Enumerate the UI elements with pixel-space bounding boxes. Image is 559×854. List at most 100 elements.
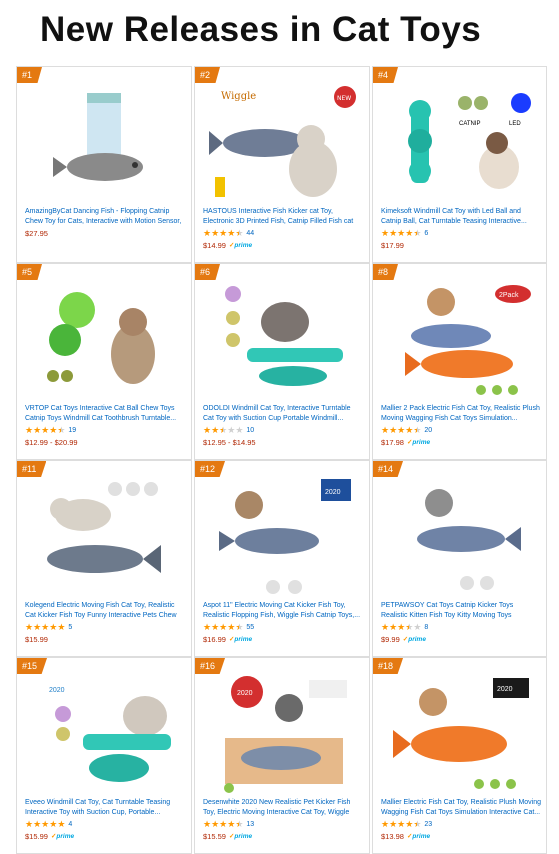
page-title: New Releases in Cat Toys xyxy=(40,10,482,49)
review-count-link[interactable]: 13 xyxy=(246,821,254,828)
price-row: $13.98 ✓prime xyxy=(381,831,430,841)
star-rating[interactable]: ★ ★ ★ ★ ★ xyxy=(203,228,243,238)
star-rating[interactable]: ★ ★ ★ ★ ★ xyxy=(381,228,421,238)
product-card-10[interactable]: #15 2020 Eveeo Windmill Cat Toy, Cat Tur… xyxy=(16,657,192,854)
prime-label: prime xyxy=(412,833,431,840)
star-rating[interactable]: ★ ★ ★ ★ ★ xyxy=(203,622,243,632)
price: $15.99 xyxy=(25,634,48,644)
product-card-8[interactable]: #12 2020 Aspot 11" Electric Moving Cat K… xyxy=(194,460,370,657)
price-row: $15.59 ✓prime xyxy=(203,831,252,841)
star-icon: ★ xyxy=(219,228,228,238)
review-count-link[interactable]: 19 xyxy=(68,427,76,434)
price-row: $27.95 xyxy=(25,228,48,238)
product-title-link[interactable]: Eveeo Windmill Cat Toy, Cat Turntable Te… xyxy=(25,798,185,817)
review-count-link[interactable]: 10 xyxy=(246,427,254,434)
star-icon: ★ xyxy=(413,622,422,632)
star-rating[interactable]: ★ ★ ★ ★ ★ xyxy=(203,425,243,435)
star-icon: ★ xyxy=(405,622,414,632)
star-rating[interactable]: ★ ★ ★ ★ ★ xyxy=(381,622,421,632)
orange-wagging-fish-image[interactable]: 2020 xyxy=(381,672,539,796)
star-rating[interactable]: ★ ★ ★ ★ ★ xyxy=(25,819,65,829)
product-title-link[interactable]: Kolegend Electric Moving Fish Cat Toy, R… xyxy=(25,601,185,620)
product-title-link[interactable]: ODOLDI Windmill Cat Toy, Interactive Tur… xyxy=(203,404,363,423)
product-card-11[interactable]: #16 2020 Desenwhite 2020 New Realistic P… xyxy=(194,657,370,854)
product-card-2[interactable]: #2 Wiggle NEW HASTOUS Interactive Fish Ki… xyxy=(194,66,370,263)
review-count-link[interactable]: 6 xyxy=(424,230,428,237)
product-card-6[interactable]: #8 2Pack Mallier 2 Pack Electric Fish Ca… xyxy=(372,263,547,460)
product-card-1[interactable]: #1 AmazingByCat Dancing Fish - Flopping … xyxy=(16,66,192,263)
star-rating[interactable]: ★ ★ ★ ★ ★ xyxy=(25,425,65,435)
review-count-link[interactable]: 44 xyxy=(246,230,254,237)
review-count-link[interactable]: 20 xyxy=(424,427,432,434)
star-icon: ★ xyxy=(25,622,34,632)
rating-row: ★ ★ ★ ★ ★ 6 xyxy=(381,228,428,238)
star-icon: ★ xyxy=(25,819,34,829)
review-count-link[interactable]: 8 xyxy=(424,624,428,631)
star-icon: ★ xyxy=(41,819,50,829)
product-title-link[interactable]: Mallier Electric Fish Cat Toy, Realistic… xyxy=(381,798,541,817)
star-icon: ★ xyxy=(211,425,220,435)
star-icon: ★ xyxy=(25,425,34,435)
svg-text:CATNIP: CATNIP xyxy=(459,121,481,127)
windmill-catnip-led-image[interactable]: CATNIP LED xyxy=(381,81,539,205)
review-count-link[interactable]: 5 xyxy=(68,624,72,631)
product-card-12[interactable]: #18 2020 Mallier Electric Fish Cat Toy, … xyxy=(372,657,547,854)
star-icon: ★ xyxy=(405,819,414,829)
star-icon: ★ xyxy=(33,819,42,829)
product-title-link[interactable]: Mallier 2 Pack Electric Fish Cat Toy, Re… xyxy=(381,404,541,423)
product-title-link[interactable]: VRTOP Cat Toys Interactive Cat Ball Chew… xyxy=(25,404,185,423)
price-row: $12.95 - $14.95 xyxy=(203,437,256,447)
windmill-turntable-image[interactable]: 2020 xyxy=(25,672,183,796)
prime-badge: ✓prime xyxy=(51,832,74,840)
star-icon: ★ xyxy=(57,425,66,435)
product-title-link[interactable]: HASTOUS Interactive Fish Kicker cat Toy,… xyxy=(203,207,363,226)
green-ball-chew-toy-image[interactable] xyxy=(25,278,183,402)
newest-fish-kicker-image[interactable]: 2020 xyxy=(203,475,361,599)
product-title-link[interactable]: Kimeksoft Windmill Cat Toy with Led Ball… xyxy=(381,207,541,226)
star-icon: ★ xyxy=(397,425,406,435)
price: $16.99 xyxy=(203,634,226,644)
star-icon: ★ xyxy=(211,228,220,238)
star-icon: ★ xyxy=(235,819,244,829)
review-count-link[interactable]: 4 xyxy=(68,821,72,828)
star-rating[interactable]: ★ ★ ★ ★ ★ xyxy=(25,622,65,632)
product-title-link[interactable]: AmazingByCat Dancing Fish - Flopping Cat… xyxy=(25,207,185,226)
realistic-pet-kicker-image[interactable]: 2020 xyxy=(203,672,361,796)
product-card-4[interactable]: #5 VRTOP Cat Toys Interactive Cat Ball C… xyxy=(16,263,192,460)
product-title-link[interactable]: Aspot 11" Electric Moving Cat Kicker Fis… xyxy=(203,601,363,620)
rating-row: ★ ★ ★ ★ ★ 4 xyxy=(25,819,72,829)
product-card-9[interactable]: #14 PETPAWSOY Cat Toys Catnip Kicker Toy… xyxy=(372,460,547,657)
star-rating[interactable]: ★ ★ ★ ★ ★ xyxy=(381,819,421,829)
star-icon: ★ xyxy=(227,425,236,435)
star-icon: ★ xyxy=(227,622,236,632)
review-count-link[interactable]: 23 xyxy=(424,821,432,828)
product-card-3[interactable]: #4 CATNIP LED Kimeksoft Windmill Cat Toy … xyxy=(372,66,547,263)
cat-toy-fish-box-image[interactable] xyxy=(25,81,183,205)
star-icon: ★ xyxy=(33,425,42,435)
two-pack-fish-image[interactable]: 2Pack xyxy=(381,278,539,402)
prime-label: prime xyxy=(412,439,431,446)
wiggle-fish-cat-image[interactable]: Wiggle NEW xyxy=(203,81,361,205)
price-row: $17.99 xyxy=(381,240,404,250)
windmill-suction-cup-image[interactable] xyxy=(203,278,361,402)
product-card-7[interactable]: #11 Kolegend Electric Moving Fish Cat To… xyxy=(16,460,192,657)
star-rating[interactable]: ★ ★ ★ ★ ★ xyxy=(203,819,243,829)
product-card-5[interactable]: #6 ODOLDI Windmill Cat Toy, Interactive … xyxy=(194,263,370,460)
price: $9.99 xyxy=(381,634,400,644)
star-rating[interactable]: ★ ★ ★ ★ ★ xyxy=(381,425,421,435)
review-count-link[interactable]: 55 xyxy=(246,624,254,631)
svg-text:2Pack: 2Pack xyxy=(499,292,519,299)
star-icon: ★ xyxy=(203,425,212,435)
rating-row: ★ ★ ★ ★ ★ 20 xyxy=(381,425,432,435)
star-icon: ★ xyxy=(219,622,228,632)
price-row: $12.99 - $20.99 xyxy=(25,437,78,447)
rating-row: ★ ★ ★ ★ ★ 19 xyxy=(25,425,76,435)
moving-fish-cat-image[interactable] xyxy=(25,475,183,599)
svg-text:Wiggle: Wiggle xyxy=(221,91,256,102)
star-icon: ★ xyxy=(381,819,390,829)
star-icon: ★ xyxy=(235,425,244,435)
kitten-fish-kicker-image[interactable] xyxy=(381,475,539,599)
product-title-link[interactable]: Desenwhite 2020 New Realistic Pet Kicker… xyxy=(203,798,363,817)
product-title-link[interactable]: PETPAWSOY Cat Toys Catnip Kicker Toys Re… xyxy=(381,601,541,620)
price-row: $15.99 xyxy=(25,634,48,644)
